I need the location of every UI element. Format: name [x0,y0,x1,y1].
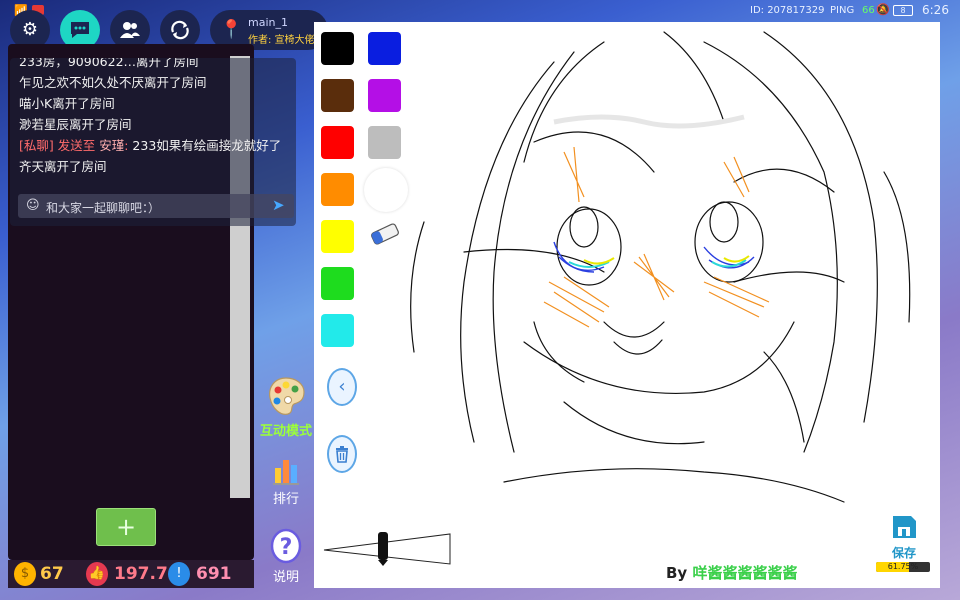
bar-chart-icon [273,460,299,485]
location-pin-icon: 📍 [220,19,243,40]
thumbs-up-icon: 👍 [86,562,108,586]
question-mark-icon: ? [270,528,302,564]
chat-input[interactable]: ☺ 和大家一起聊聊吧：） ➤ [18,194,294,218]
save-button[interactable]: 保存 [886,514,922,561]
color-swatch-green[interactable] [321,267,354,300]
svg-text:?: ? [280,535,293,560]
send-icon[interactable]: ➤ [272,196,285,214]
progress-text: 61.75% [887,562,919,571]
color-swatch-black[interactable] [321,32,354,65]
color-swatch-brown[interactable] [321,79,354,112]
author-name: 宣椅大佬 [274,35,315,46]
chat-messages: 233房，9090622…离开了房间 乍见之欢不如久处不厌离开了房间 喵小K离开… [19,58,289,177]
users-icon [120,22,140,38]
chevron-left-icon: ‹ [338,376,346,397]
like-count: 197.7 [114,564,168,584]
color-swatch-white[interactable] [364,168,408,212]
ranking-label: 排行 [272,492,299,507]
ping-value: 66 [862,5,875,16]
help-label: 说明 [272,570,299,585]
author-credit-name: 咩酱酱酱酱酱酱 [692,564,798,582]
user-id: ID: 207817329 [750,5,825,16]
mute-icon: 🔕 [876,3,890,16]
coin-count: 67 [40,564,64,584]
private-target: 安瑾 [99,138,125,153]
private-message: [私聊] 发送至 安瑾: 233如果有绘画接龙就好了 [19,135,289,156]
color-swatch-orange[interactable] [321,173,354,206]
refresh-icon [171,20,189,40]
room-name: main_1 [248,16,288,29]
clock: 6:26 [922,3,949,17]
chat-bubble-icon [71,22,89,38]
alert-count: 691 [196,564,232,584]
chat-message: 喵小K离开了房间 [19,96,115,111]
sketch-artwork [410,31,911,503]
by-prefix: By [666,564,693,582]
chat-message: 233房，9090622…离开了房间 [19,58,199,69]
chat-message: 齐天离开了房间 [19,159,107,174]
color-swatch-cyan[interactable] [321,314,354,347]
brush-size-slider[interactable] [322,528,462,568]
chat-message: 渺若星辰离开了房间 [19,117,132,132]
ranking-button[interactable]: 排行 [256,456,316,507]
save-icon [893,516,916,538]
alert-icon: ! [168,562,190,586]
interactive-mode-button[interactable]: 互动模式 [256,376,316,439]
color-swatch-red[interactable] [321,126,354,159]
gear-icon: ⚙ [21,19,39,40]
save-label: 保存 [891,546,916,560]
emoji-icon[interactable]: ☺ [26,198,40,213]
clear-canvas-button[interactable] [327,435,357,473]
color-swatch-gray[interactable] [368,126,401,159]
color-swatch-purple[interactable] [368,79,401,112]
private-send-to: 发送至 [53,138,100,153]
chat-message-box: 233房，9090622…离开了房间 乍见之欢不如久处不厌离开了房间 喵小K离开… [10,58,296,226]
author-credit: By 咩酱酱酱酱酱酱 [666,562,797,583]
battery-icon: 8 [893,5,913,16]
stats-bar: $ 67 👍 197.7 ! 691 [8,560,254,588]
paint-palette-icon [269,377,305,415]
color-swatch-yellow[interactable] [321,220,354,253]
chat-input-placeholder: 和大家一起聊聊吧：） [46,201,161,215]
undo-button[interactable]: ‹ [327,368,357,406]
slider-handle[interactable] [378,532,388,560]
private-tag: [私聊] [19,138,54,153]
trash-icon [336,446,348,463]
eraser-icon[interactable] [368,220,402,248]
help-button[interactable]: ? 说明 [256,528,316,585]
coin-icon: $ [14,562,36,586]
add-button[interactable]: + [96,508,156,546]
ping-label: PING [830,5,855,16]
interactive-mode-label: 互动模式 [259,424,312,439]
drawing-canvas[interactable]: ‹ By 咩酱酱酱酱酱酱 保存 61.75% [314,22,940,588]
private-text: 233如果有绘画接龙就好了 [132,138,282,153]
color-swatch-blue[interactable] [368,32,401,65]
chat-message: 乍见之欢不如久处不厌离开了房间 [19,75,207,90]
